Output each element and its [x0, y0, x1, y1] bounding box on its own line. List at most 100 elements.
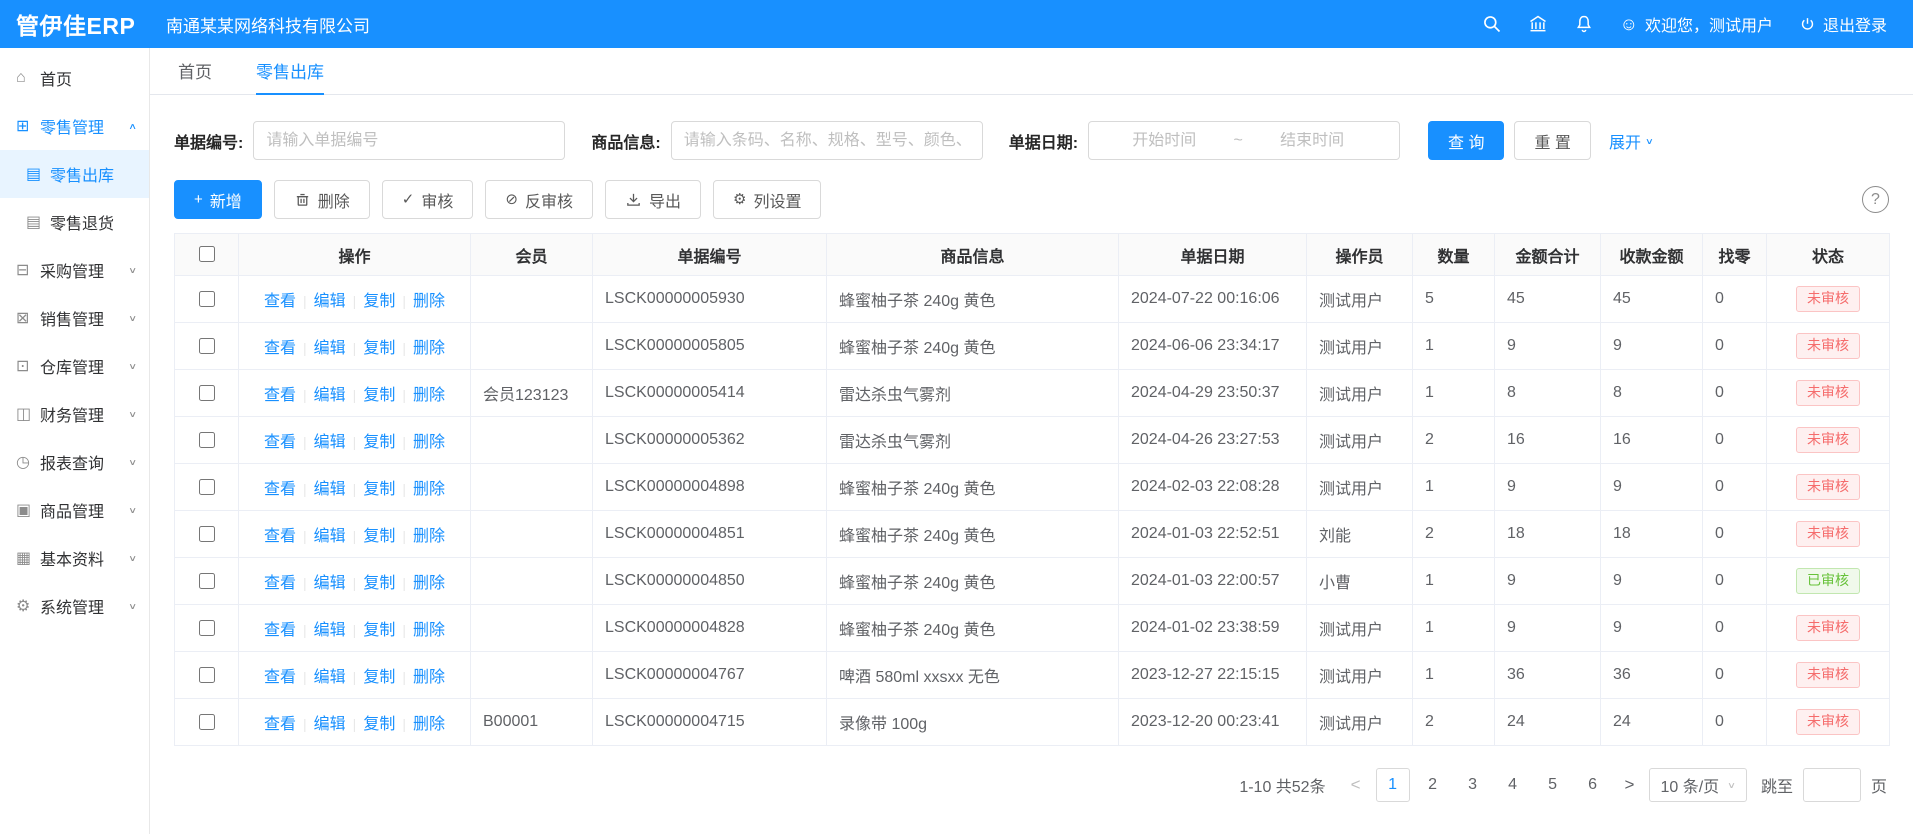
row-checkbox[interactable]	[199, 714, 215, 730]
search-button[interactable]: 查 询	[1428, 121, 1504, 160]
sidebar-item-goods-management[interactable]: ▣商品管理∨	[0, 486, 149, 534]
view-link[interactable]: 查看	[264, 528, 296, 545]
table-row[interactable]: 查看|编辑|复制|删除LSCK00000004851蜂蜜柚子茶 240g 黄色2…	[175, 511, 1890, 558]
sidebar-item-system-management[interactable]: ⚙系统管理∨	[0, 582, 149, 630]
column-settings-button[interactable]: ⚙ 列设置	[713, 180, 821, 219]
page-number-1[interactable]: 1	[1376, 768, 1410, 802]
table-row[interactable]: 查看|编辑|复制|删除LSCK00000005805蜂蜜柚子茶 240g 黄色2…	[175, 323, 1890, 370]
copy-link[interactable]: 复制	[363, 575, 395, 592]
tab-home[interactable]: 首页	[178, 48, 212, 95]
edit-link[interactable]: 编辑	[314, 387, 346, 404]
row-checkbox[interactable]	[199, 573, 215, 589]
reset-button[interactable]: 重 置	[1514, 121, 1590, 160]
row-checkbox[interactable]	[199, 291, 215, 307]
table-row[interactable]: 查看|编辑|复制|删除B00001LSCK00000004715录像带 100g…	[175, 699, 1890, 746]
view-link[interactable]: 查看	[264, 575, 296, 592]
copy-link[interactable]: 复制	[363, 622, 395, 639]
table-row[interactable]: 查看|编辑|复制|删除LSCK00000004828蜂蜜柚子茶 240g 黄色2…	[175, 605, 1890, 652]
export-button[interactable]: 导出	[605, 180, 701, 219]
edit-link[interactable]: 编辑	[314, 434, 346, 451]
copy-link[interactable]: 复制	[363, 293, 395, 310]
delete-link[interactable]: 删除	[413, 716, 445, 733]
page-number-4[interactable]: 4	[1496, 768, 1530, 802]
delete-link[interactable]: 删除	[413, 528, 445, 545]
row-checkbox[interactable]	[199, 338, 215, 354]
page-size-select[interactable]: 10 条/页 ∨	[1649, 768, 1747, 802]
copy-link[interactable]: 复制	[363, 481, 395, 498]
tab-retail-outbound[interactable]: 零售出库	[256, 48, 324, 95]
view-link[interactable]: 查看	[264, 293, 296, 310]
date-range-picker[interactable]: ~	[1088, 121, 1400, 160]
sidebar-subitem-retail-outbound[interactable]: ▤零售出库	[0, 150, 149, 198]
copy-link[interactable]: 复制	[363, 387, 395, 404]
page-number-3[interactable]: 3	[1456, 768, 1490, 802]
edit-link[interactable]: 编辑	[314, 716, 346, 733]
sidebar-subitem-retail-return[interactable]: ▤零售退货	[0, 198, 149, 246]
sidebar-item-warehouse-management[interactable]: ⊡仓库管理∨	[0, 342, 149, 390]
copy-link[interactable]: 复制	[363, 669, 395, 686]
row-checkbox[interactable]	[199, 620, 215, 636]
row-checkbox[interactable]	[199, 432, 215, 448]
delete-link[interactable]: 删除	[413, 481, 445, 498]
view-link[interactable]: 查看	[264, 622, 296, 639]
table-row[interactable]: 查看|编辑|复制|删除LSCK00000005930蜂蜜柚子茶 240g 黄色2…	[175, 276, 1890, 323]
edit-link[interactable]: 编辑	[314, 481, 346, 498]
delete-link[interactable]: 删除	[413, 387, 445, 404]
notification-bell-icon[interactable]	[1574, 14, 1594, 34]
row-checkbox[interactable]	[199, 385, 215, 401]
jump-page-input[interactable]	[1803, 768, 1861, 802]
view-link[interactable]: 查看	[264, 434, 296, 451]
page-number-5[interactable]: 5	[1536, 768, 1570, 802]
delete-link[interactable]: 删除	[413, 669, 445, 686]
row-checkbox[interactable]	[199, 479, 215, 495]
end-date-input[interactable]	[1247, 132, 1378, 150]
start-date-input[interactable]	[1099, 132, 1230, 150]
audit-button[interactable]: ✓ 审核	[382, 180, 474, 219]
help-icon[interactable]: ?	[1862, 186, 1889, 213]
sidebar-item-finance-management[interactable]: ◫财务管理∨	[0, 390, 149, 438]
sidebar-item-sales-management[interactable]: ⊠销售管理∨	[0, 294, 149, 342]
goods-input[interactable]	[671, 121, 983, 160]
row-checkbox[interactable]	[199, 526, 215, 542]
delete-link[interactable]: 删除	[413, 575, 445, 592]
expand-link[interactable]: 展开 ∨	[1609, 129, 1654, 153]
search-icon[interactable]	[1482, 14, 1502, 34]
sidebar-item-home[interactable]: ⌂首页	[0, 54, 149, 102]
welcome-user[interactable]: ☺ 欢迎您，测试用户	[1620, 12, 1773, 36]
prev-page-button[interactable]: <	[1346, 775, 1366, 795]
delete-link[interactable]: 删除	[413, 340, 445, 357]
sidebar-item-purchase-management[interactable]: ⊟采购管理∨	[0, 246, 149, 294]
sidebar-item-retail-management[interactable]: ⊞零售管理∧	[0, 102, 149, 150]
table-row[interactable]: 查看|编辑|复制|删除LSCK00000005362雷达杀虫气雾剂2024-04…	[175, 417, 1890, 464]
view-link[interactable]: 查看	[264, 669, 296, 686]
table-row[interactable]: 查看|编辑|复制|删除LSCK00000004898蜂蜜柚子茶 240g 黄色2…	[175, 464, 1890, 511]
view-link[interactable]: 查看	[264, 387, 296, 404]
delete-link[interactable]: 删除	[413, 293, 445, 310]
table-row[interactable]: 查看|编辑|复制|删除LSCK00000004850蜂蜜柚子茶 240g 黄色2…	[175, 558, 1890, 605]
logout-button[interactable]: 退出登录	[1799, 12, 1887, 36]
edit-link[interactable]: 编辑	[314, 622, 346, 639]
view-link[interactable]: 查看	[264, 340, 296, 357]
delete-link[interactable]: 删除	[413, 434, 445, 451]
page-number-6[interactable]: 6	[1576, 768, 1610, 802]
edit-link[interactable]: 编辑	[314, 528, 346, 545]
view-link[interactable]: 查看	[264, 716, 296, 733]
table-row[interactable]: 查看|编辑|复制|删除会员123123LSCK00000005414雷达杀虫气雾…	[175, 370, 1890, 417]
edit-link[interactable]: 编辑	[314, 293, 346, 310]
unaudit-button[interactable]: ⊘ 反审核	[485, 180, 593, 219]
sidebar-item-report-query[interactable]: ◷报表查询∨	[0, 438, 149, 486]
delete-button[interactable]: 删除	[274, 180, 370, 219]
add-button[interactable]: + 新增	[174, 180, 262, 219]
view-link[interactable]: 查看	[264, 481, 296, 498]
table-row[interactable]: 查看|编辑|复制|删除LSCK00000004767啤酒 580ml xxsxx…	[175, 652, 1890, 699]
copy-link[interactable]: 复制	[363, 716, 395, 733]
organization-icon[interactable]	[1528, 14, 1548, 34]
row-checkbox[interactable]	[199, 667, 215, 683]
edit-link[interactable]: 编辑	[314, 575, 346, 592]
sidebar-item-basic-data[interactable]: ▦基本资料∨	[0, 534, 149, 582]
delete-link[interactable]: 删除	[413, 622, 445, 639]
next-page-button[interactable]: >	[1620, 775, 1640, 795]
edit-link[interactable]: 编辑	[314, 669, 346, 686]
select-all-checkbox[interactable]	[199, 246, 215, 262]
docno-input[interactable]	[253, 121, 565, 160]
